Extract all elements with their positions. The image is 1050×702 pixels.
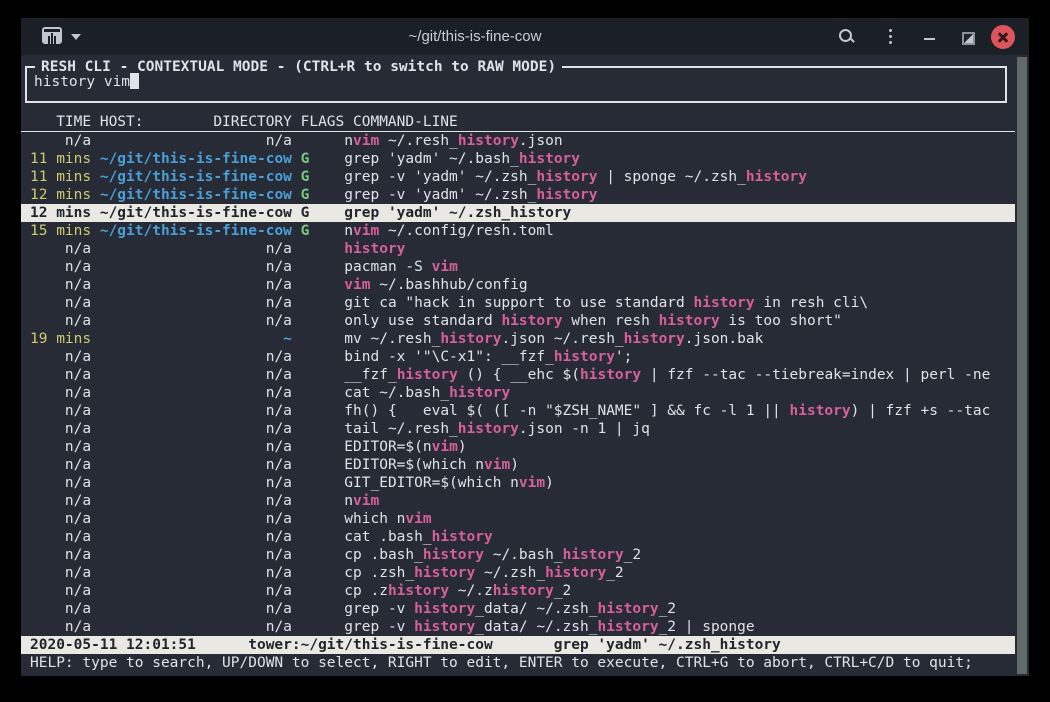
history-row[interactable]: n/a n/a grep -v history_data/ ~/.zsh_his… — [21, 618, 1015, 636]
history-row[interactable]: n/a n/a EDITOR=$(nvim) — [21, 438, 1015, 456]
history-table-rows: n/a n/a nvim ~/.resh_history.json11 mins… — [21, 132, 1015, 636]
terminal-content: RESH CLI - CONTEXTUAL MODE - (CTRL+R to … — [21, 55, 1029, 676]
terminal-window: ~/git/this-is-fine-cow RESH CLI - CONTEX… — [21, 18, 1029, 676]
history-row[interactable]: n/a n/a bind -x '"\C-x1": __fzf_history'… — [21, 348, 1015, 366]
history-row[interactable]: n/a n/a cat ~/.bash_history — [21, 384, 1015, 402]
new-tab-icon[interactable] — [42, 27, 62, 44]
restore-icon[interactable] — [957, 26, 979, 48]
help-bar: HELP: type to search, UP/DOWN to select,… — [21, 654, 1015, 672]
history-row[interactable]: n/a n/a fh() { eval $( ([ -n "$ZSH_NAME"… — [21, 402, 1015, 420]
titlebar: ~/git/this-is-fine-cow — [21, 18, 1029, 55]
history-row[interactable]: n/a n/a cat .bash_history — [21, 528, 1015, 546]
search-input[interactable]: history vim — [34, 73, 139, 91]
history-row[interactable]: n/a n/a nvim ~/.resh_history.json — [21, 132, 1015, 150]
tab-switcher-caret-icon[interactable] — [71, 34, 81, 40]
history-row[interactable]: 15 mins ~/git/this-is-fine-cow G nvim ~/… — [21, 222, 1015, 240]
history-row[interactable]: 19 mins ~ mv ~/.resh_history.json ~/.res… — [21, 330, 1015, 348]
status-bar: 2020-05-11 12:01:51 tower:~/git/this-is-… — [21, 636, 1015, 654]
history-row[interactable]: 11 mins ~/git/this-is-fine-cow G grep -v… — [21, 168, 1015, 186]
history-row[interactable]: n/a n/a only use standard history when r… — [21, 312, 1015, 330]
history-row[interactable]: n/a n/a history — [21, 240, 1015, 258]
window-title: ~/git/this-is-fine-cow — [141, 18, 809, 55]
history-row[interactable]: 12 mins ~/git/this-is-fine-cow G grep -v… — [21, 186, 1015, 204]
search-icon[interactable] — [836, 26, 858, 48]
history-row[interactable]: n/a n/a pacman -S vim — [21, 258, 1015, 276]
history-row[interactable]: n/a n/a nvim — [21, 492, 1015, 510]
history-row[interactable]: n/a n/a cp .zhistory ~/.zhistory_2 — [21, 582, 1015, 600]
search-query: history vim — [34, 74, 130, 90]
scrollbar[interactable] — [1017, 57, 1027, 674]
history-row[interactable]: n/a n/a tail ~/.resh_history.json -n 1 |… — [21, 420, 1015, 438]
table-header: TIME HOST: DIRECTORY FLAGS COMMAND-LINE — [21, 113, 1015, 132]
history-row[interactable]: n/a n/a cp .bash_history ~/.bash_history… — [21, 546, 1015, 564]
history-row[interactable]: n/a n/a git ca "hack in support to use s… — [21, 294, 1015, 312]
history-row-selected[interactable]: 12 mins ~/git/this-is-fine-cow G grep 'y… — [21, 204, 1015, 222]
menu-kebab-icon[interactable] — [879, 26, 901, 48]
history-row[interactable]: n/a n/a GIT_EDITOR=$(which nvim) — [21, 474, 1015, 492]
text-cursor — [130, 73, 139, 89]
history-row[interactable]: n/a n/a __fzf_history () { __ehc $(histo… — [21, 366, 1015, 384]
history-row[interactable]: 11 mins ~/git/this-is-fine-cow G grep 'y… — [21, 150, 1015, 168]
history-row[interactable]: n/a n/a which nvim — [21, 510, 1015, 528]
resh-search-box: RESH CLI - CONTEXTUAL MODE - (CTRL+R to … — [25, 66, 1007, 103]
close-icon[interactable] — [991, 25, 1015, 49]
history-row[interactable]: n/a n/a vim ~/.bashhub/config — [21, 276, 1015, 294]
history-row[interactable]: n/a n/a cp .zsh_history ~/.zsh_history_2 — [21, 564, 1015, 582]
minimize-icon[interactable] — [919, 26, 941, 48]
history-row[interactable]: n/a n/a EDITOR=$(which nvim) — [21, 456, 1015, 474]
history-row[interactable]: n/a n/a grep -v history_data/ ~/.zsh_his… — [21, 600, 1015, 618]
history-table: TIME HOST: DIRECTORY FLAGS COMMAND-LINE … — [21, 113, 1015, 672]
